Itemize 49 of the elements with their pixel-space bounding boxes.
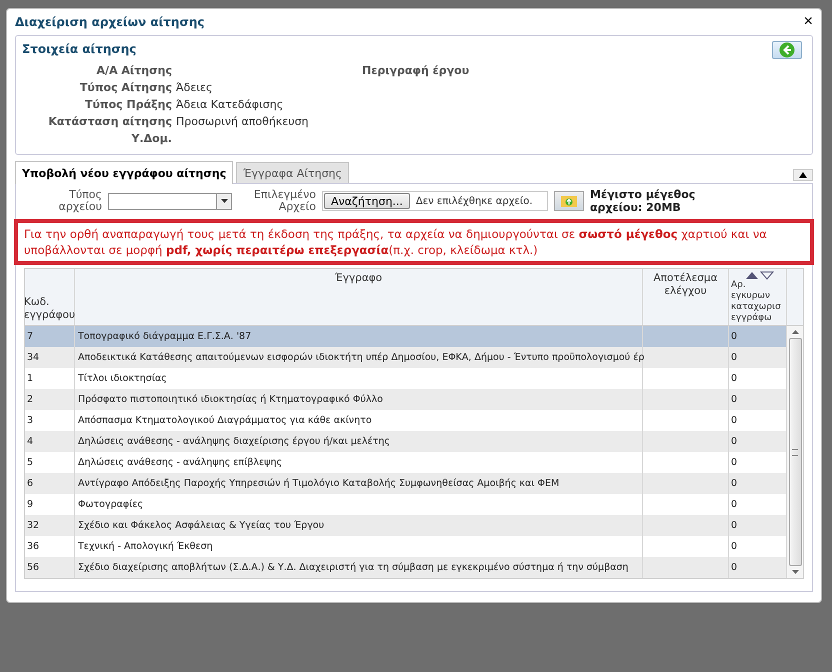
table-row[interactable]: 1 Τίτλοι ιδιοκτησίας 0: [25, 368, 787, 389]
table-row[interactable]: 5 Δηλώσεις ανάθεσης - ανάληψης επίβλεψης 0: [25, 452, 787, 473]
back-button[interactable]: [772, 41, 802, 59]
dropdown-caret-icon: [220, 199, 228, 203]
panel-title: Στοιχεία αίτησης: [22, 42, 136, 56]
browse-button[interactable]: Αναζήτηση...: [324, 193, 410, 209]
field-label: Τύπος Αίτησης: [78, 81, 173, 94]
column-header[interactable]: Αποτέλεσμα ελέγχου: [643, 269, 729, 325]
table-row[interactable]: 36 Τεχνική - Απολογική Έκθεση 0: [25, 536, 787, 557]
field-value: Άδεια Κατεδάφισης: [176, 98, 284, 111]
upload-folder-icon: [561, 195, 577, 207]
sort-arrows-icon[interactable]: [745, 271, 775, 280]
table-cell: Σχέδιο διαχείρισης αποβλήτων (Σ.Δ.Α.) & Υ.Δ. Διαχειριστή για τη σύμβαση με εγκεκριμένο σύστημα ή την σύμβαση: [75, 557, 643, 578]
file-type-dropdown[interactable]: [108, 192, 232, 210]
table-row[interactable]: 7 Τοπογραφικό διάγραμμα Ε.Γ.Σ.Α. '87 0: [25, 326, 787, 347]
file-field[interactable]: Αναζήτηση... Δεν επιλέχθηκε αρχείο.: [322, 191, 548, 211]
field-label: Επιλεγμένο Αρχείο: [252, 189, 316, 213]
table-row[interactable]: 56 Σχέδιο διαχείρισης αποβλήτων (Σ.Δ.Α.) & Υ.Δ. Διαχειριστή για τη σύμβαση με εγκεκριμένο σύστημα ή την σύμβαση 0: [25, 557, 787, 578]
field-label: Κατάσταση αίτησης: [47, 115, 173, 128]
tab[interactable]: Υποβολή νέου εγγράφου αίτησης: [15, 161, 234, 184]
collapse-button[interactable]: [793, 169, 813, 181]
column-header[interactable]: Έγγραφο: [75, 269, 643, 325]
table-row[interactable]: 6 Αντίγραφο Απόδειξης Παροχής Υπηρεσιών ή Τιμολόγιο Καταβολής Συμφωνηθείσας Αμοιβής και ΦΕΜ 0: [25, 473, 787, 494]
close-button[interactable]: ×: [804, 13, 813, 31]
field-value: Προσωρινή αποθήκευση: [176, 115, 309, 128]
file-status: Δεν επιλέχθηκε αρχείο.: [416, 196, 533, 206]
up-triangle-icon: [799, 172, 807, 178]
table-row[interactable]: 3 Απόσπασμα Κτηματολογικού Διαγράμματος για κάθε ακίνητο 0: [25, 410, 787, 431]
field-value: Άδειες: [176, 81, 212, 94]
notice-text: Για την ορθή αναπαραγωγή τους μετά τη έκδοση της πράξης, τα αρχεία να δημιουργούνται σε σωστό μέγεθος χαρτιού και να υποβάλλονται σε μορφή pdf, χωρίς περαιτέρω επεξεργασία(π.χ. crop, κλείδωμα κτλ.): [24, 227, 767, 257]
field-label: Υ.Δομ.: [130, 132, 173, 145]
field-label: Τύπος αρχείου: [58, 189, 102, 213]
scroll-up-icon[interactable]: [792, 330, 798, 334]
table-row[interactable]: 9 Φωτογραφίες 0: [25, 494, 787, 515]
table-row[interactable]: 2 Πρόσφατο πιστοποιητικό ιδιοκτησίας ή Κτηματογραφικό Φύλλο 0: [25, 389, 787, 410]
table-cell: 56: [25, 557, 75, 578]
tab[interactable]: Έγγραφα Αίτησης: [236, 162, 349, 183]
scrollbar[interactable]: [787, 326, 803, 578]
table-row[interactable]: 34 Αποδεικτικά Κατάθεσης απαιτούμενων εισφορών ιδιοκτήτη υπέρ Δημοσίου, ΕΦΚΑ, Δήμου - Έντυπο προϋπολογισμού έρ 0: [25, 347, 787, 368]
window-title: Διαχείριση αρχείων αίτησης: [15, 15, 204, 29]
field-label: Περιγραφή έργου: [362, 63, 470, 79]
table-row[interactable]: 4 Δηλώσεις ανάθεσης - ανάληψης διαχείρισης έργου ή/και μελέτης 0: [25, 431, 787, 452]
scroll-down-icon[interactable]: [792, 570, 798, 574]
column-header[interactable]: Κωδ. εγγράφου: [25, 269, 75, 325]
table-row[interactable]: 32 Σχέδιο και Φάκελος Ασφάλειας & Υγείας του Έργου 0: [25, 515, 787, 536]
column-header[interactable]: Αρ. εγκυρων καταχωρισ εγγράφω: [731, 280, 786, 324]
field-label: Α/Α Αίτησης: [96, 64, 173, 77]
field-label: Τύπος Πράξης: [84, 98, 173, 111]
max-size-note: Μέγιστο μέγεθος αρχείου: 20MB: [590, 188, 696, 214]
